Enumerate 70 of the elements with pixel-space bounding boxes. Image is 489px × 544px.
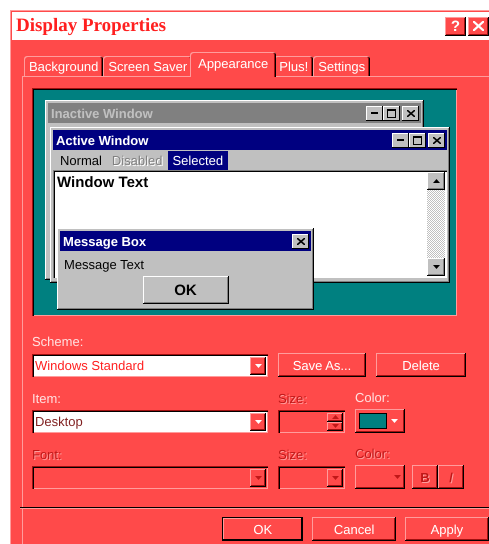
close-button[interactable] — [402, 106, 419, 120]
field-label: Color: — [355, 390, 391, 406]
scroll-up-button[interactable] — [427, 172, 445, 190]
close-icon — [296, 238, 304, 244]
spin-up-button[interactable] — [327, 412, 343, 422]
scrollbar[interactable] — [427, 172, 445, 276]
maximize-icon — [387, 108, 396, 118]
field-label: Scheme: — [32, 334, 84, 350]
font-size-dropdown[interactable] — [278, 466, 345, 489]
dropdown-button[interactable] — [250, 356, 266, 374]
dropdown-value: Windows Standard — [35, 358, 146, 373]
down-arrow-icon — [254, 364, 262, 368]
menu-item[interactable]: Normal — [55, 150, 107, 170]
down-arrow-icon — [254, 476, 262, 480]
down-arrow-icon — [254, 420, 262, 424]
close-icon — [473, 21, 484, 31]
dropdown-button[interactable] — [250, 412, 266, 430]
field-label: Item: — [32, 391, 62, 407]
tab[interactable]: Background — [24, 56, 104, 76]
maximize-icon — [413, 136, 422, 144]
field-label: Color: — [355, 446, 391, 462]
tab[interactable]: Settings — [313, 56, 370, 76]
down-arrow-icon — [432, 265, 440, 269]
dropdown-button[interactable] — [327, 468, 343, 486]
window-title: Active Window — [56, 132, 150, 148]
minimize-button[interactable] — [392, 132, 409, 148]
scroll-down-button[interactable] — [427, 258, 445, 276]
close-button[interactable] — [292, 234, 309, 248]
dialog-button[interactable]: OK — [222, 517, 304, 541]
message-text: Message Text — [63, 256, 145, 272]
color-picker-button[interactable] — [355, 409, 405, 433]
size-spinner[interactable] — [278, 410, 345, 433]
maximize-button[interactable] — [409, 132, 426, 148]
field-label: Size: — [278, 391, 308, 407]
close-icon — [432, 136, 440, 144]
dialog-button[interactable]: Cancel — [312, 517, 396, 541]
minimize-icon — [397, 139, 404, 141]
down-arrow-icon — [394, 475, 401, 479]
font-color-button[interactable] — [355, 465, 405, 489]
tab[interactable]: Screen Saver — [103, 56, 192, 76]
scheme-dropdown[interactable]: Windows Standard — [32, 354, 268, 377]
dialog-button[interactable]: Save As... — [278, 353, 366, 377]
dialog-button[interactable]: Delete — [376, 353, 466, 377]
item-dropdown[interactable]: Desktop — [32, 410, 268, 433]
maximize-button[interactable] — [383, 106, 400, 120]
down-arrow-icon — [332, 424, 338, 428]
tab[interactable]: Appearance — [190, 52, 276, 77]
dropdown-button[interactable] — [250, 468, 266, 486]
font-dropdown[interactable] — [32, 466, 268, 489]
field-label: Size: — [278, 447, 308, 463]
minimize-button[interactable] — [366, 106, 383, 120]
window-text: Window Text — [57, 173, 148, 191]
down-arrow-icon — [391, 419, 398, 423]
menu-item[interactable]: Selected — [168, 150, 228, 170]
window-title: Inactive Window — [51, 106, 154, 120]
close-icon — [406, 110, 414, 116]
ok-button[interactable]: OK — [142, 276, 228, 304]
up-arrow-icon — [432, 179, 440, 183]
help-button[interactable]: ? — [445, 16, 466, 36]
close-button[interactable] — [428, 132, 445, 148]
dialog-button[interactable]: Apply — [404, 517, 489, 541]
up-arrow-icon — [332, 415, 338, 419]
tab[interactable]: Plus! — [274, 56, 314, 76]
down-arrow-icon — [332, 476, 338, 480]
field-label: Font: — [32, 447, 63, 463]
dropdown-value: Desktop — [35, 414, 84, 429]
minimize-icon — [371, 112, 378, 114]
window-title: Display Properties — [16, 15, 168, 37]
window-title: Message Box — [63, 234, 148, 248]
close-button[interactable] — [468, 16, 489, 36]
